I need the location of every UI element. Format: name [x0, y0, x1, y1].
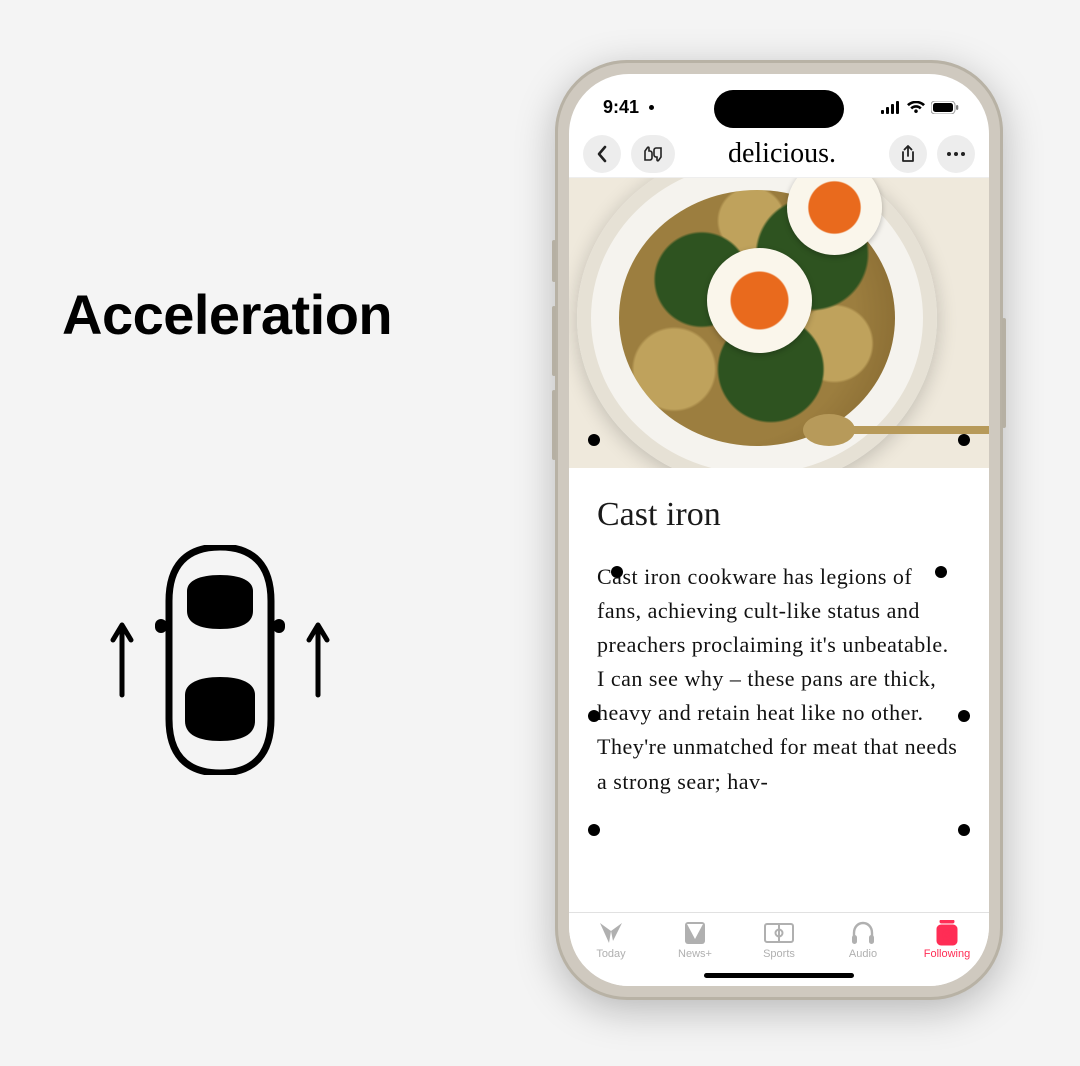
article-body-text: Cast iron cookware has legions of fans, …: [597, 560, 961, 799]
phone-side-button: [552, 240, 556, 282]
tab-following[interactable]: Following: [909, 921, 985, 960]
tab-news-plus[interactable]: News+: [657, 921, 733, 960]
news-plus-icon: [680, 921, 710, 945]
ellipsis-icon: [947, 152, 965, 156]
acceleration-heading: Acceleration: [62, 282, 392, 347]
tab-label: Following: [924, 948, 970, 960]
headphones-icon: [848, 921, 878, 945]
home-indicator[interactable]: [704, 973, 854, 978]
phone-screen: 9:41: [569, 74, 989, 986]
tab-audio[interactable]: Audio: [825, 921, 901, 960]
article-content[interactable]: Cast iron Cast iron cookware has legions…: [569, 178, 989, 912]
cellular-signal-icon: [881, 101, 901, 114]
arrow-up-right-icon: [303, 620, 333, 700]
share-button[interactable]: [889, 135, 927, 173]
chevron-left-icon: [596, 145, 608, 163]
share-icon: [900, 145, 916, 163]
sports-icon: [764, 921, 794, 945]
news-today-icon: [596, 921, 626, 945]
status-time: 9:41: [603, 97, 639, 118]
phone-volume-down-button: [552, 390, 556, 460]
phone-power-button: [1002, 318, 1006, 428]
iphone-device-frame: 9:41: [555, 60, 1003, 1000]
article-hero-image: [569, 178, 989, 468]
following-icon: [932, 921, 962, 945]
tab-label: Today: [596, 948, 625, 960]
phone-volume-up-button: [552, 306, 556, 376]
publication-title: delicious.: [685, 138, 879, 170]
tab-label: Sports: [763, 948, 795, 960]
more-button[interactable]: [937, 135, 975, 173]
feedback-button[interactable]: [631, 135, 675, 173]
wifi-icon: [907, 101, 925, 114]
article-section-title: Cast iron: [597, 496, 961, 534]
tab-label: News+: [678, 948, 712, 960]
tab-sports[interactable]: Sports: [741, 921, 817, 960]
battery-icon: [931, 101, 959, 114]
tab-today[interactable]: Today: [573, 921, 649, 960]
thumbs-up-down-icon: [641, 145, 665, 163]
arrow-up-left-icon: [107, 620, 137, 700]
tab-label: Audio: [849, 948, 877, 960]
article-nav-bar: delicious.: [569, 130, 989, 178]
status-location-dot-icon: [649, 105, 654, 110]
dynamic-island: [714, 90, 844, 128]
car-acceleration-illustration: [90, 530, 350, 790]
car-top-view-icon: [155, 545, 285, 775]
back-button[interactable]: [583, 135, 621, 173]
